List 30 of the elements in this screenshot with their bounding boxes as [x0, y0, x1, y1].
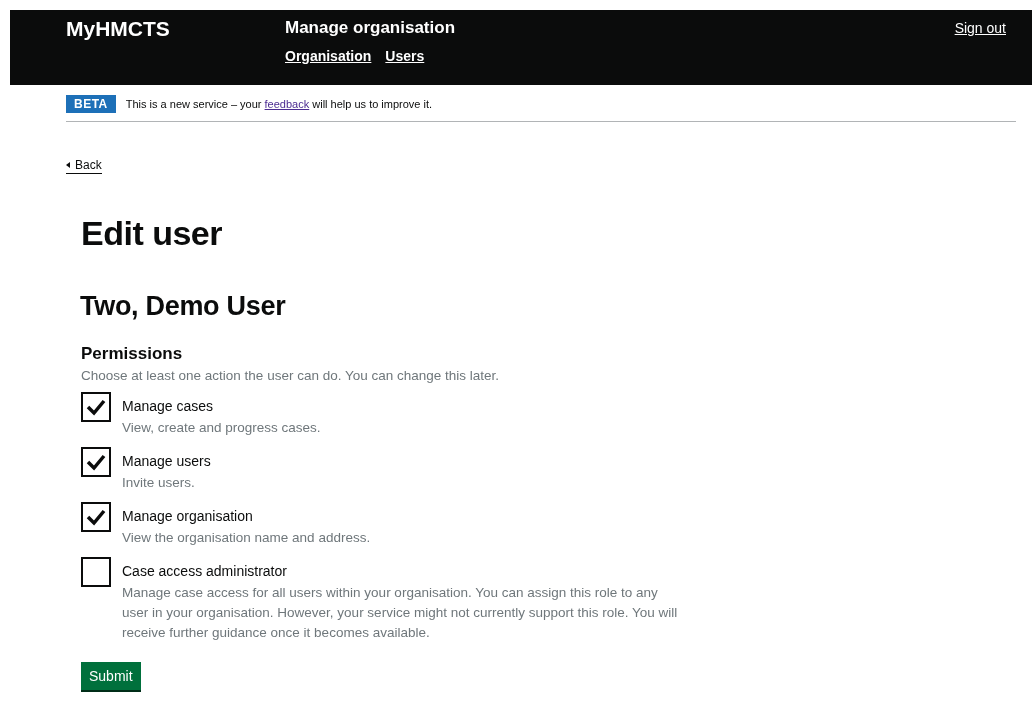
- sign-out-link[interactable]: Sign out: [954, 20, 1006, 36]
- checkbox[interactable]: [81, 557, 111, 587]
- section-hint: Choose at least one action the user can do. You can change this later.: [81, 368, 501, 383]
- back-caret-icon: [66, 162, 70, 168]
- user-name: Two, Demo User: [80, 291, 287, 322]
- back-link[interactable]: Back: [66, 158, 102, 174]
- checkbox-label[interactable]: Manage cases: [122, 398, 321, 414]
- option-hint: View, create and progress cases.: [122, 419, 321, 437]
- section-heading: Permissions: [81, 344, 184, 364]
- checkmark-icon: [86, 398, 106, 416]
- checkbox[interactable]: [81, 392, 111, 422]
- page-title: Edit user: [81, 214, 223, 253]
- nav-link[interactable]: Organisation: [285, 48, 372, 64]
- logo: MyHMCTS: [66, 17, 171, 42]
- banner-text: This is a new service – your feedback will help us to improve it.: [125, 98, 433, 110]
- option-hint: Invite users.: [122, 474, 196, 492]
- checkbox[interactable]: [81, 502, 111, 532]
- option-hint: View the organisation name and address.: [122, 529, 371, 547]
- submit-button[interactable]: Submit: [81, 662, 141, 690]
- feedback-link[interactable]: feedback: [264, 98, 310, 110]
- phase-tag: BETA: [66, 95, 116, 113]
- nav-link[interactable]: Users: [385, 48, 425, 64]
- checkmark-icon: [86, 508, 106, 526]
- checkbox-label[interactable]: Manage organisation: [122, 508, 371, 524]
- checkmark-icon: [86, 453, 106, 471]
- checkbox-label[interactable]: Manage users: [122, 453, 211, 469]
- checkbox[interactable]: [81, 447, 111, 477]
- service-name: Manage organisation: [285, 18, 456, 38]
- checkbox-label[interactable]: Case access administrator: [122, 563, 687, 579]
- option-hint: Manage case access for all users within your organisation. You can assign this role to any user in your organisation. However, your service might not currently support this role. You will receive further guidance once it becomes available.: [122, 584, 679, 642]
